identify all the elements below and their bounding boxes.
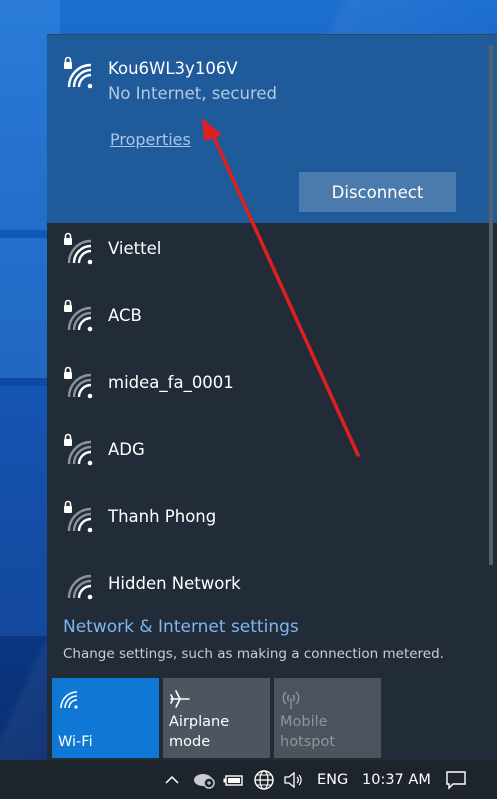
- language-indicator[interactable]: ENG: [317, 760, 348, 799]
- hotspot-icon: [282, 691, 300, 709]
- wifi-icon: [60, 691, 78, 709]
- taskbar: ENG 10:37 AM: [0, 760, 497, 799]
- wifi-tile-label: Wi-Fi: [58, 734, 93, 750]
- globe-network-icon: [254, 769, 274, 790]
- network-item-thanh-phong[interactable]: Thanh Phong: [47, 491, 497, 557]
- network-item-viettel[interactable]: Viettel: [47, 223, 497, 289]
- wifi-icon: [67, 574, 93, 600]
- network-item-midea[interactable]: midea_fa_0001: [47, 357, 497, 423]
- airplane-mode-tile[interactable]: Airplane mode: [163, 678, 270, 758]
- wifi-secured-icon: [64, 366, 93, 399]
- show-hidden-icons-button[interactable]: [163, 760, 181, 799]
- onedrive-icon: [194, 773, 215, 789]
- volume-icon: [284, 771, 302, 788]
- wifi-toggle-tile[interactable]: Wi-Fi: [52, 678, 159, 758]
- network-item-hidden[interactable]: Hidden Network: [47, 558, 497, 624]
- airplane-icon: [170, 690, 190, 708]
- chevron-up-icon: [165, 775, 179, 784]
- action-center-icon: [446, 770, 466, 790]
- properties-link[interactable]: Properties: [110, 130, 191, 149]
- wifi-secured-icon: [64, 299, 93, 332]
- network-flyout: Kou6WL3y106V No Internet, secured Proper…: [47, 34, 497, 760]
- airplane-tile-label: Airplane mode: [169, 714, 230, 750]
- disconnect-button[interactable]: Disconnect: [299, 172, 456, 212]
- network-name: midea_fa_0001: [108, 373, 234, 392]
- network-name: Thanh Phong: [108, 507, 217, 526]
- network-name: Hidden Network: [108, 574, 241, 593]
- onedrive-tray-button[interactable]: [192, 760, 218, 799]
- network-item-adg[interactable]: ADG: [47, 424, 497, 490]
- network-list-scrollbar[interactable]: [489, 45, 493, 565]
- wifi-secured-icon: [64, 232, 93, 265]
- wifi-secured-icon: [64, 56, 93, 89]
- connected-network-status: No Internet, secured: [108, 84, 278, 103]
- network-tray-button[interactable]: [253, 760, 275, 799]
- wifi-secured-icon: [64, 433, 93, 466]
- hotspot-tile-label: Mobile hotspot: [280, 714, 336, 750]
- action-center-button[interactable]: [445, 760, 467, 799]
- network-name: ACB: [108, 306, 142, 325]
- network-name: Viettel: [108, 239, 162, 258]
- connected-network-name: Kou6WL3y106V: [108, 59, 238, 78]
- network-settings-link[interactable]: Network & Internet settings: [63, 617, 299, 637]
- connected-network[interactable]: Kou6WL3y106V No Internet, secured Proper…: [47, 35, 497, 223]
- volume-tray-button[interactable]: [283, 760, 305, 799]
- mobile-hotspot-tile[interactable]: Mobile hotspot: [274, 678, 381, 758]
- battery-icon: [223, 774, 243, 786]
- clock[interactable]: 10:37 AM: [362, 760, 431, 799]
- battery-tray-button[interactable]: [223, 760, 245, 799]
- network-name: ADG: [108, 440, 145, 459]
- network-settings-description: Change settings, such as making a connec…: [63, 646, 444, 662]
- network-item-acb[interactable]: ACB: [47, 290, 497, 356]
- wifi-secured-icon: [64, 500, 93, 533]
